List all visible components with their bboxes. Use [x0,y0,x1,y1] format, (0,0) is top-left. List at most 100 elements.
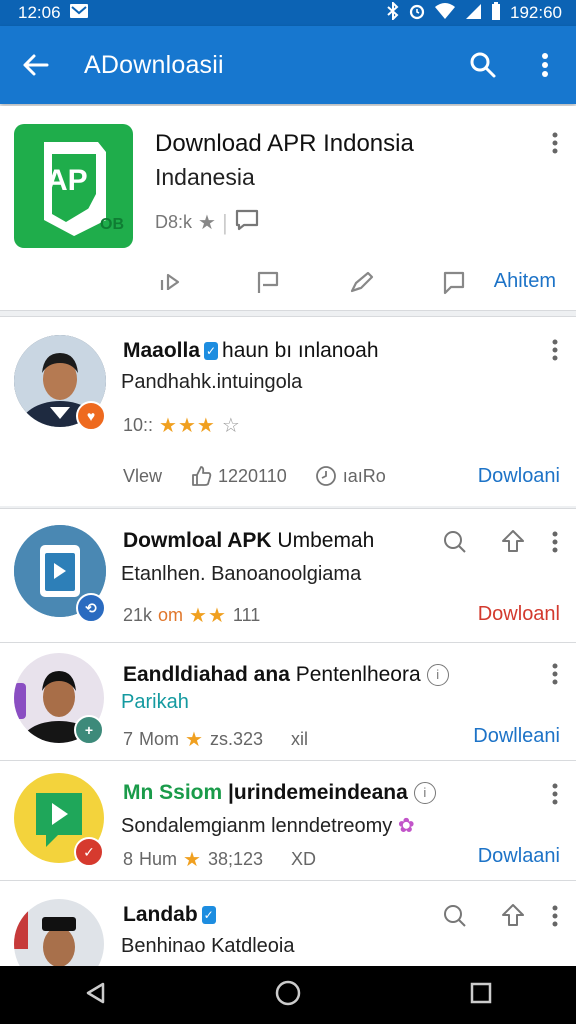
search-icon [444,531,466,553]
featured-rating-text: D8:k [155,212,193,232]
app-bar: ADownloasii [0,26,576,104]
more-button[interactable] [552,905,558,932]
bookmark-icon [443,271,465,295]
verified-icon: ✓ [204,342,219,361]
item-title: Eandldiahad ana Pentenlheora i [123,663,449,687]
item-title: Dowmloal APK Umbemah [123,529,375,552]
more-button[interactable] [552,531,558,558]
bookmark-button[interactable] [434,262,474,302]
featured-more-button[interactable] [552,132,558,159]
pin-icon [502,904,524,926]
featured-subtitle: Indanesia [155,164,255,190]
more-button[interactable] [552,663,558,690]
item-subtitle: Etanlhen. Banoanoolgiama [121,563,362,585]
more-button[interactable] [552,339,558,366]
download-button[interactable]: Dowlleani [473,725,560,748]
featured-rating: D8:k ★ | [155,208,260,237]
nav-recents-button[interactable] [460,972,502,1019]
item-subtitle: Benhinao Katdleoia [121,935,295,957]
pin-button[interactable] [500,529,526,560]
item-subtitle: Sondalemgianm lenndetreomy ✿ [121,815,415,837]
item-rating: 7 Mom ★ zs.323 xil [123,729,308,751]
download-button[interactable]: Dowlaani [478,845,560,868]
mail-notification-icon [69,3,89,24]
search-button[interactable] [442,903,468,934]
list-item[interactable]: ⟲ Dowmloal APK Umbemah Etanlhen. Banoano… [0,508,576,642]
featured-icon-text: AP [46,164,88,197]
rating-count: 111 [232,605,261,625]
profile-badge-icon: ♥ [76,401,106,431]
share-button[interactable] [150,262,190,302]
more-vert-icon [542,53,548,77]
nav-back-button[interactable] [74,971,116,1020]
back-triangle-icon [87,982,105,1003]
overflow-menu-button[interactable] [514,26,576,104]
add-badge-icon: + [74,715,104,745]
search-button[interactable] [452,26,514,104]
extra-label: xil [291,729,308,749]
emoji-icon: ✿ [397,815,415,837]
list-item[interactable]: ✓ Mn Ssiom |urindemeindeana i Sondalemgia… [0,760,576,880]
item-rating: 21k om ★★ 111 [123,605,261,627]
status-time: 12:06 [18,3,61,22]
flag-icon [257,271,279,293]
flag-button[interactable] [248,262,288,302]
list-item[interactable]: Landab ✓ Benhinao Katdleoia [0,880,576,966]
item-stats: Vlew 1220110 ıaıRo [123,465,386,487]
rating-count: zs.323 [209,729,263,749]
pencil-icon [350,271,374,293]
download-button[interactable]: Dowloanl [478,603,560,626]
search-icon [470,52,496,78]
pin-button[interactable] [500,903,526,934]
item-subtitle: Pandhahk.intuingola [121,371,303,393]
more-vert-icon [552,132,558,154]
home-circle-icon [275,980,301,1005]
app-badge-icon: ⟲ [76,593,106,623]
featured-app-card[interactable]: AP OB Download APR Indonsia Indanesia D8… [0,106,576,311]
more-vert-icon [552,663,558,685]
more-vert-icon [552,531,558,553]
featured-app-icon: AP OB [14,124,133,248]
clock-icon [315,466,336,486]
more-vert-icon [552,339,558,361]
thumbs-up-icon [192,466,212,486]
signal-icon [464,2,482,25]
item-title: Landab ✓ [123,903,216,926]
divider: | [221,209,228,235]
view-label: Vlew [123,465,163,486]
likes-count: 1220110 [218,465,287,486]
info-icon: i [426,664,449,687]
nav-home-button[interactable] [265,970,311,1021]
search-icon [444,905,466,927]
back-button[interactable] [0,26,70,104]
featured-icon-badge: OB [100,216,124,233]
edit-button[interactable] [342,262,382,302]
status-bar: 12:06 192:60 [0,0,576,26]
bluetooth-icon [386,0,400,25]
system-nav-bar [0,966,576,1024]
info-icon: i [413,782,436,805]
stars: ★ [185,729,204,751]
more-vert-icon [552,905,558,927]
featured-action-link[interactable]: Ahitem [494,270,556,293]
download-button[interactable]: Dowloani [478,465,560,488]
search-button[interactable] [442,529,468,560]
featured-actions: Ahitem [0,262,576,306]
item-title: Maaolla ✓ haun bı ınlanoah [123,339,379,362]
verified-icon: ✓ [201,906,216,925]
pin-icon [502,530,524,552]
rating-count: 38;123 [207,849,264,869]
comment-icon [234,208,260,237]
stars: ★★★ [159,415,216,437]
star-empty-icon: ☆ [221,415,240,437]
list-item[interactable]: ♥ Maaolla ✓ haun bı ınlanoah Pandhahk.intu… [0,316,576,506]
app-badge-icon: ✓ [74,837,104,867]
more-button[interactable] [552,783,558,810]
share-icon [160,273,180,290]
avatar [14,899,104,966]
more-vert-icon [552,783,558,805]
item-rating: 8 Hum ★ 38;123 XD [123,849,317,871]
list-item[interactable]: + Eandldiahad ana Pentenlheora i Parikah … [0,642,576,760]
recents-square-icon [470,982,491,1003]
item-title: Mn Ssiom |urindemeindeana i [123,781,436,805]
